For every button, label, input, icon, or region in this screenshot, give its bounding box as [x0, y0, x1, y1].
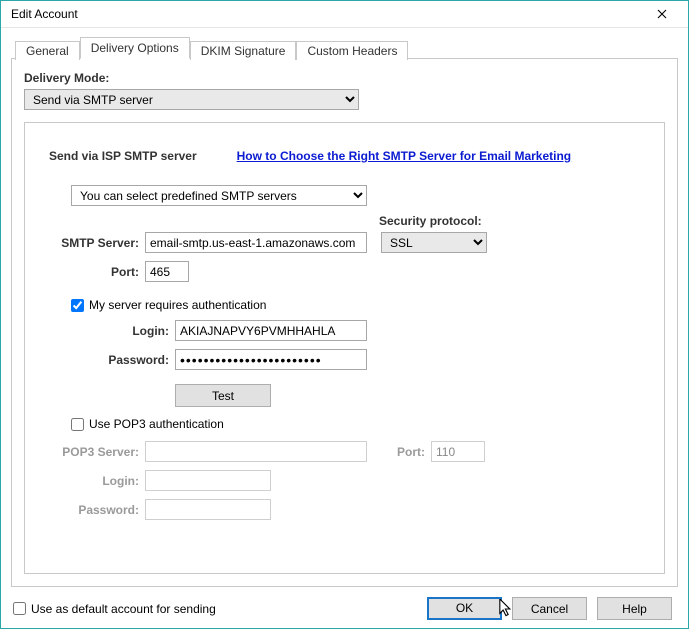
smtp-section-title: Send via ISP SMTP server	[49, 149, 197, 163]
pop3-auth-checkbox[interactable]	[71, 418, 84, 431]
ok-button[interactable]: OK	[427, 597, 502, 620]
tab-custom-headers[interactable]: Custom Headers	[296, 41, 408, 60]
tab-dkim-signature[interactable]: DKIM Signature	[190, 41, 297, 60]
smtp-port-label: Port:	[49, 265, 145, 279]
pop3-password-input[interactable]	[145, 499, 271, 520]
smtp-login-input[interactable]	[175, 320, 367, 341]
window-title: Edit Account	[11, 7, 78, 21]
test-button[interactable]: Test	[175, 384, 271, 407]
pop3-login-input[interactable]	[145, 470, 271, 491]
pop3-port-input[interactable]	[431, 441, 485, 462]
dialog-window: Edit Account General Delivery Options DK…	[0, 0, 689, 629]
close-button[interactable]	[642, 1, 682, 27]
smtp-login-label: Login:	[79, 324, 175, 338]
pop3-server-input[interactable]	[145, 441, 367, 462]
smtp-password-input[interactable]	[175, 349, 367, 370]
pop3-server-label: POP3 Server:	[49, 445, 145, 459]
cancel-button[interactable]: Cancel	[512, 597, 587, 620]
predefined-smtp-select[interactable]: You can select predefined SMTP servers	[71, 185, 367, 206]
default-account-label: Use as default account for sending	[31, 602, 216, 616]
delivery-mode-select[interactable]: Send via SMTP server	[24, 89, 359, 110]
tab-delivery-options[interactable]: Delivery Options	[80, 37, 190, 59]
titlebar: Edit Account	[1, 1, 688, 28]
pop3-password-label: Password:	[49, 503, 145, 517]
dialog-footer: Use as default account for sending OK Ca…	[11, 587, 678, 620]
close-icon	[657, 9, 667, 19]
smtp-server-label: SMTP Server:	[49, 236, 145, 250]
pop3-login-label: Login:	[49, 474, 145, 488]
help-button[interactable]: Help	[597, 597, 672, 620]
security-protocol-select[interactable]: SSL	[381, 232, 487, 253]
tab-strip: General Delivery Options DKIM Signature …	[15, 36, 678, 58]
security-protocol-label: Security protocol:	[379, 214, 482, 228]
client-area: General Delivery Options DKIM Signature …	[1, 28, 688, 630]
smtp-settings-box: Send via ISP SMTP server How to Choose t…	[24, 122, 665, 574]
smtp-help-link[interactable]: How to Choose the Right SMTP Server for …	[237, 149, 572, 163]
default-account-checkbox[interactable]	[13, 602, 26, 615]
auth-required-label: My server requires authentication	[89, 298, 266, 312]
smtp-port-input[interactable]	[145, 261, 189, 282]
smtp-server-input[interactable]	[145, 232, 367, 253]
auth-required-checkbox[interactable]	[71, 299, 84, 312]
smtp-password-label: Password:	[79, 353, 175, 367]
pop3-auth-label: Use POP3 authentication	[89, 417, 224, 431]
pop3-port-label: Port:	[391, 445, 431, 459]
delivery-mode-label: Delivery Mode:	[24, 71, 665, 85]
tab-panel-delivery: Delivery Mode: Send via SMTP server Send…	[11, 58, 678, 587]
tab-general[interactable]: General	[15, 41, 80, 60]
